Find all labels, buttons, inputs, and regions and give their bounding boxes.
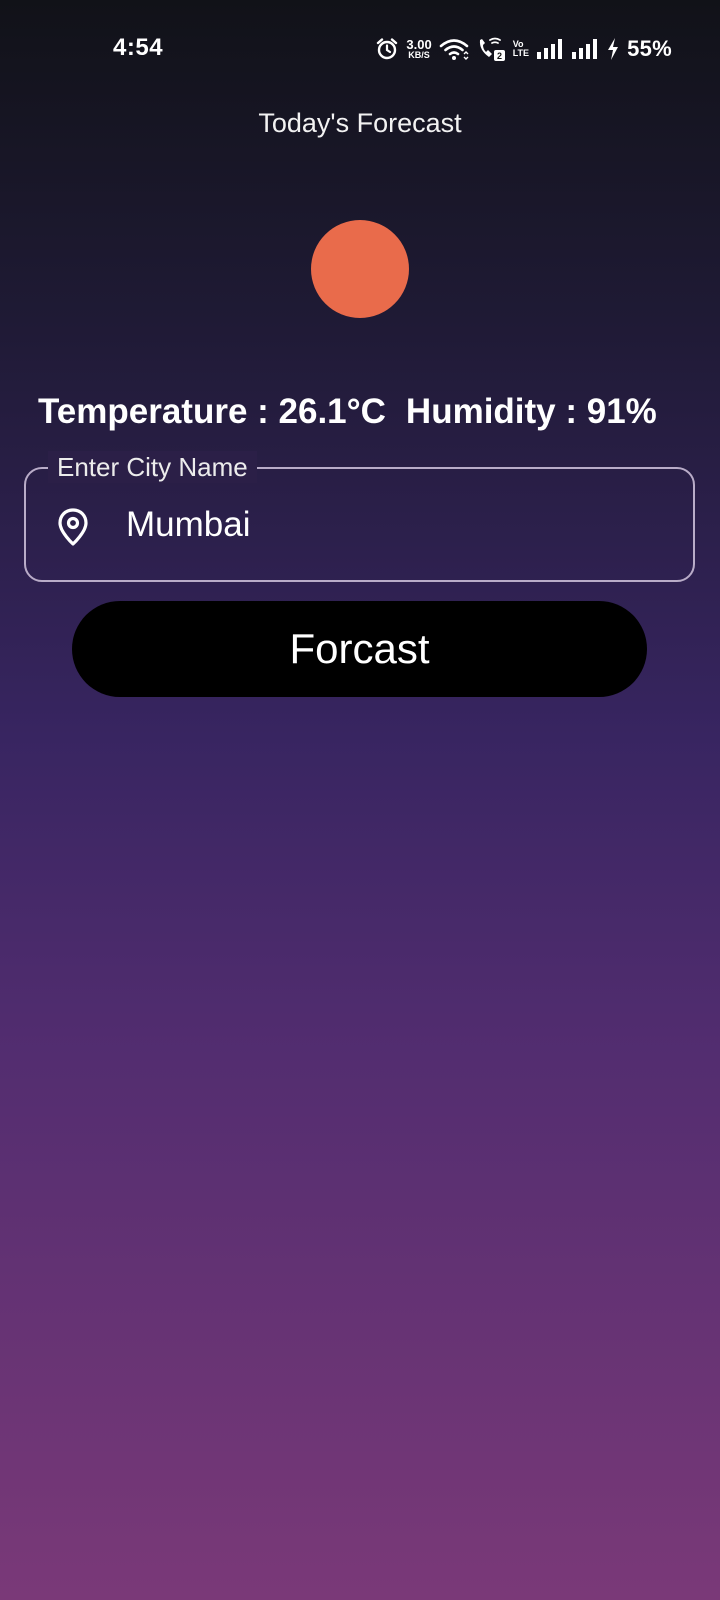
forecast-button[interactable]: Forcast xyxy=(72,601,647,697)
svg-text:2: 2 xyxy=(497,51,502,61)
volte-indicator: Vo LTE xyxy=(513,40,529,58)
page-title: Today's Forecast xyxy=(258,108,462,138)
wifi-icon xyxy=(439,37,469,61)
signal-icon xyxy=(571,38,599,60)
humidity-text: Humidity : 91% xyxy=(405,392,657,431)
city-field-label: Enter City Name xyxy=(48,451,257,483)
wifi-calling-icon: 2 xyxy=(476,36,506,62)
weather-readings: Temperature : 26.1°C Humidity : 91% xyxy=(38,392,657,432)
status-time: 4:54 xyxy=(113,34,164,61)
city-field[interactable]: Enter City Name xyxy=(24,451,695,582)
signal-icon xyxy=(536,38,564,60)
temperature-text: Temperature : 26.1°C xyxy=(38,392,386,431)
status-bar: 4:54 3.00 KB/S 2 Vo LTE 55% xyxy=(0,0,720,96)
alarm-icon xyxy=(375,37,399,61)
volte-bottom-text: LTE xyxy=(512,48,530,58)
status-icons: 3.00 KB/S 2 Vo LTE 55% xyxy=(375,34,672,64)
battery-percentage: 55% xyxy=(627,36,672,61)
charging-icon xyxy=(606,37,620,61)
network-speed: 3.00 KB/S xyxy=(406,38,431,60)
network-speed-unit: KB/S xyxy=(408,50,430,60)
app-screen: 4:54 3.00 KB/S 2 Vo LTE 55% Today's Fore… xyxy=(0,0,720,1600)
location-pin-icon xyxy=(56,507,90,547)
city-input[interactable] xyxy=(126,495,666,555)
sun-icon xyxy=(311,220,409,318)
